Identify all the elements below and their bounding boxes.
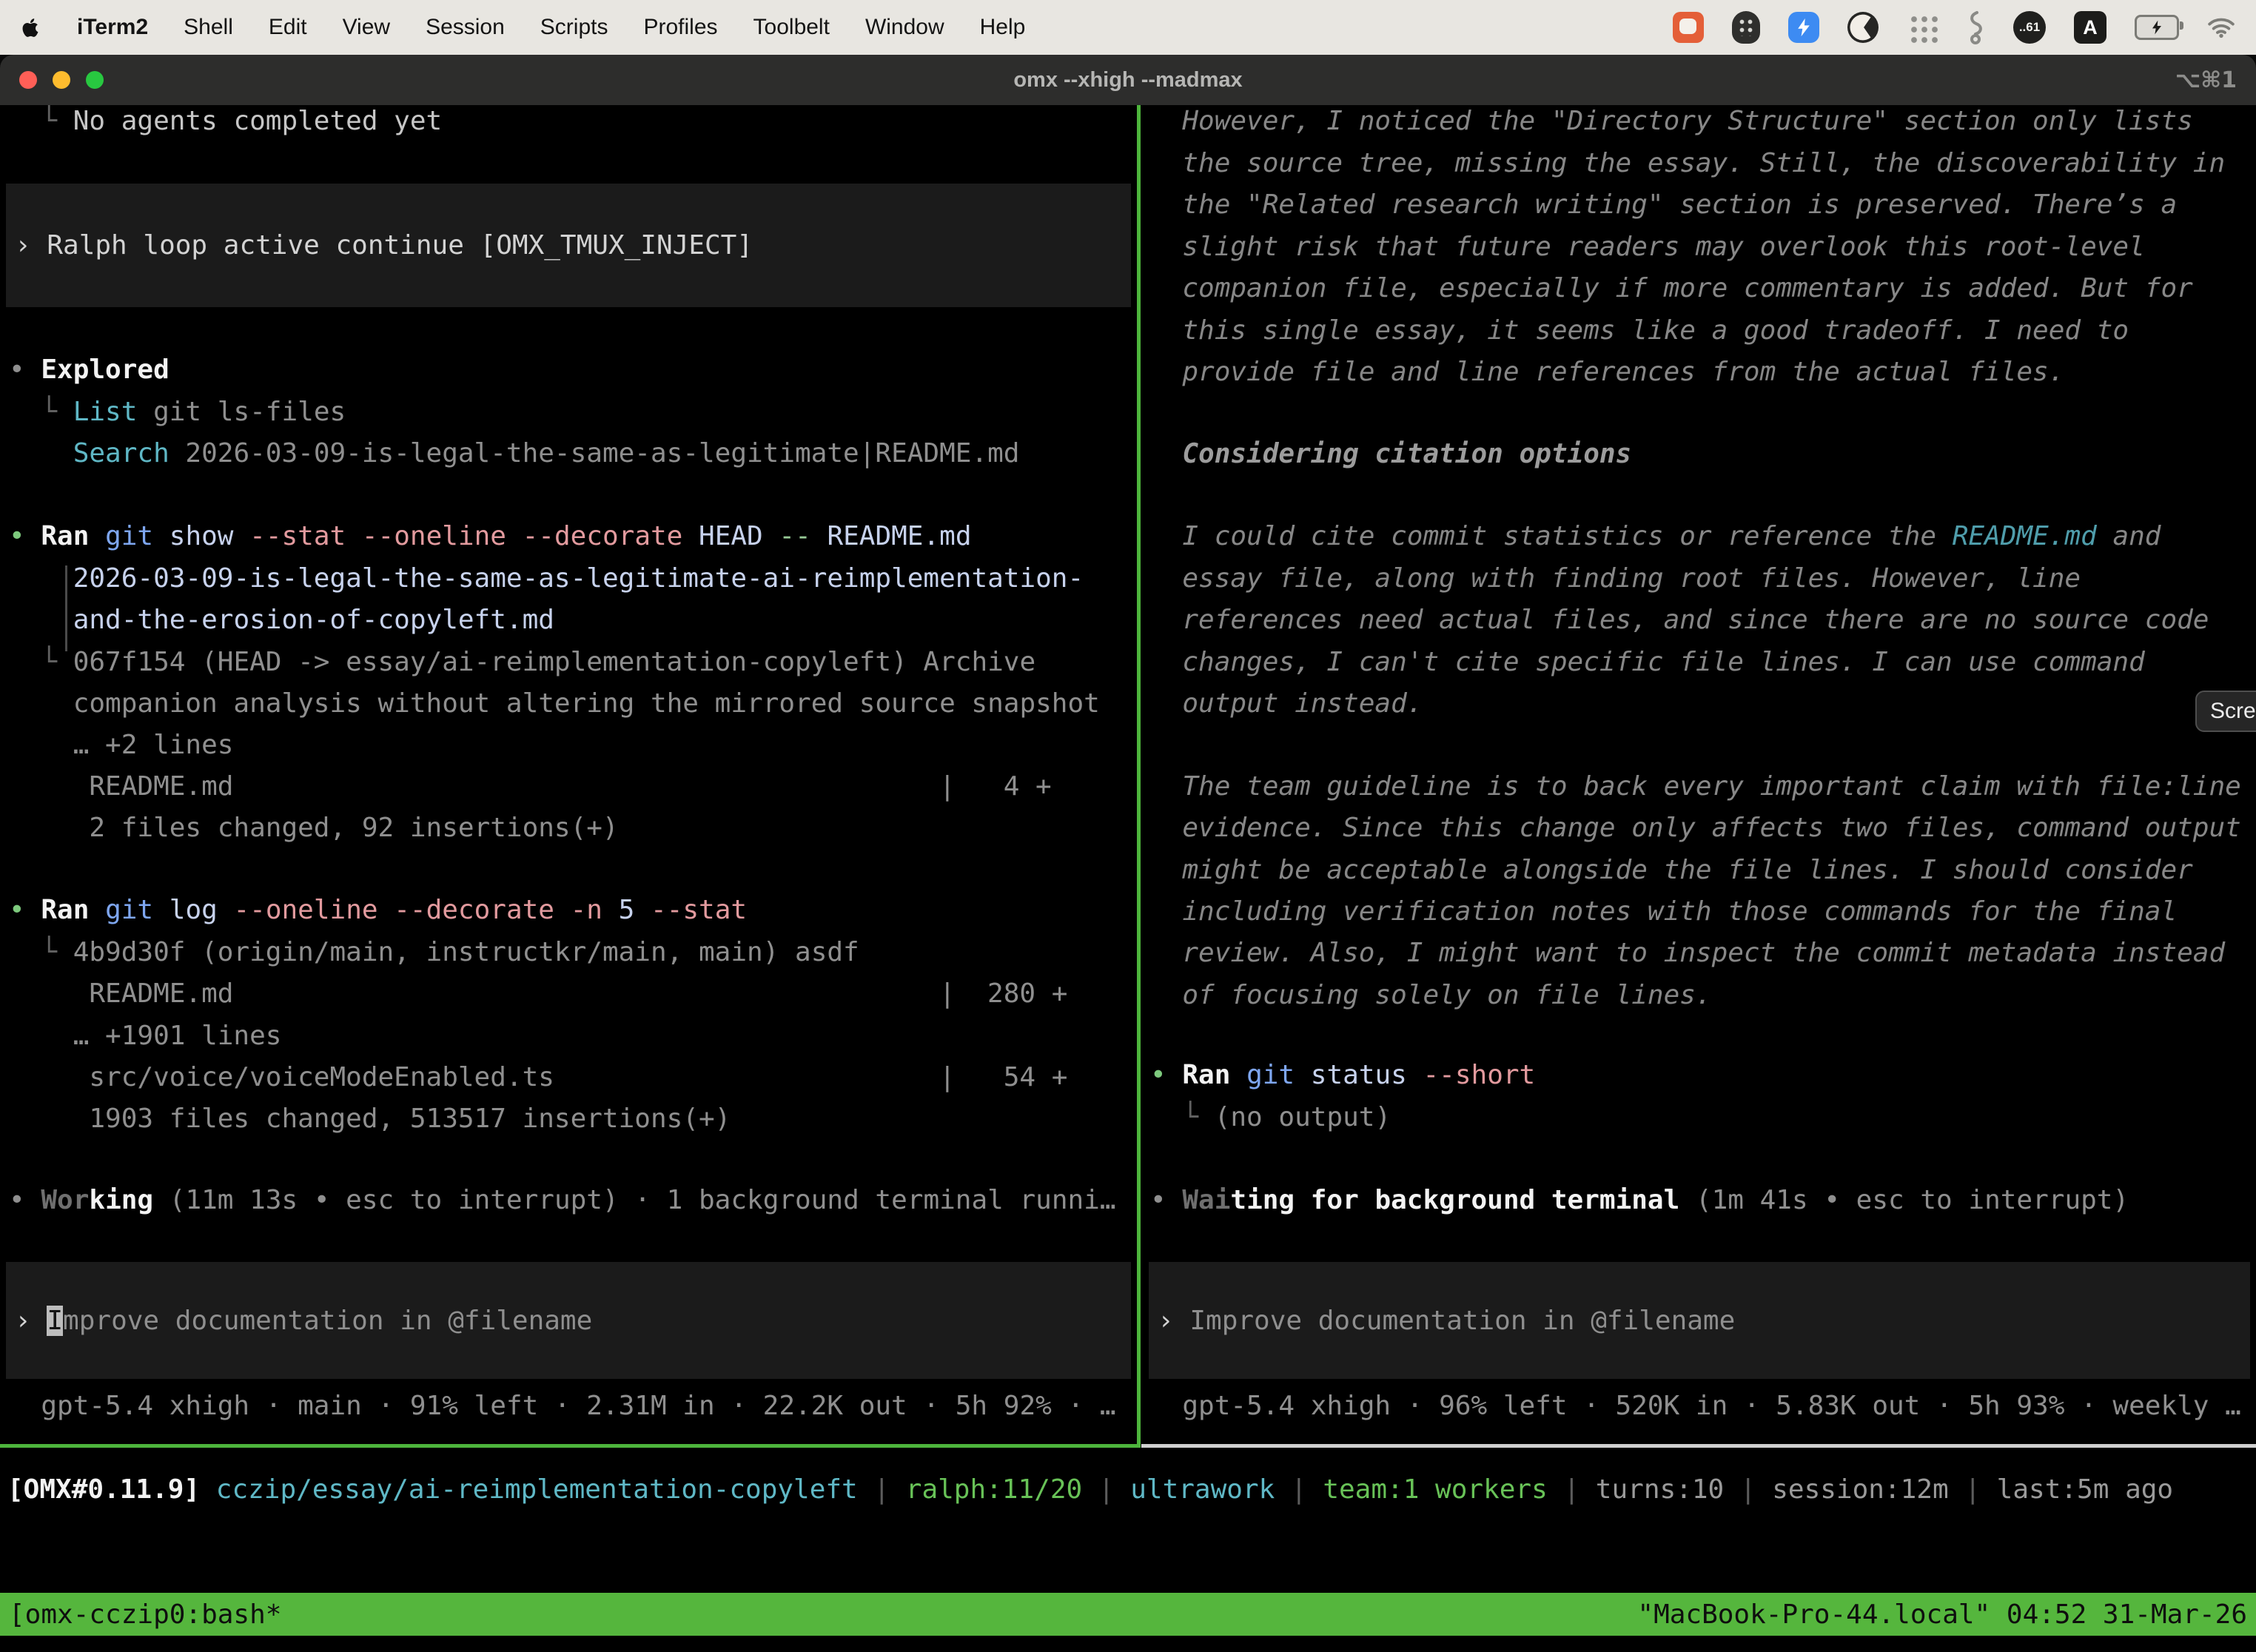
apple-menu-icon[interactable] xyxy=(21,16,40,39)
window-title: omx --xhigh --madmax xyxy=(0,68,2256,93)
omx-status-line: [OMX#0.11.9] cczip/essay/ai-reimplementa… xyxy=(0,1469,2256,1511)
terminal-row: src/voice/voiceModeEnabled.ts| 54 + xyxy=(0,1057,1138,1098)
right-pane-border xyxy=(1141,1444,2256,1448)
pane-divider[interactable] xyxy=(1137,105,1141,1448)
menu-item-iterm2[interactable]: iTerm2 xyxy=(77,15,148,40)
terminal-row: this single essay, it seems like a good … xyxy=(1141,310,2256,352)
tree-guide-line xyxy=(65,565,67,651)
terminal-row: I could cite commit statistics or refere… xyxy=(1141,516,2256,557)
terminal-row: … +1901 lines xyxy=(0,1015,1138,1057)
iterm-window: omx --xhigh --madmax ⌥⌘1 └ No agents com… xyxy=(0,55,2256,1652)
menu-item-scripts[interactable]: Scripts xyxy=(540,15,608,40)
terminal-row: slight risk that future readers may over… xyxy=(1141,226,2256,268)
menu-item-edit[interactable]: Edit xyxy=(269,15,307,40)
terminal-row: might be acceptable alongside the file l… xyxy=(1141,850,2256,891)
left-pane-border xyxy=(0,1444,1138,1448)
terminal-row: └ List git ls-files xyxy=(0,392,1138,433)
terminal-row: However, I noticed the "Directory Struct… xyxy=(1141,105,2256,142)
window-titlebar[interactable]: omx --xhigh --madmax ⌥⌘1 xyxy=(0,55,2256,105)
terminal: └ No agents completed yet • Explored └ Li… xyxy=(0,105,2256,1652)
ralph-loop-banner: › Ralph loop active continue [OMX_TMUX_I… xyxy=(6,184,1131,307)
terminal-row: The team guideline is to back every impo… xyxy=(1141,766,2256,807)
menu-bar: iTerm2 Shell Edit View Session Scripts Profile… xyxy=(0,0,2256,55)
terminal-row: 1903 files changed, 513517 insertions(+) xyxy=(0,1098,1138,1140)
tmux-session-label: [omx-cczip0:bash* xyxy=(9,1599,281,1630)
terminal-row: Considering citation options xyxy=(1141,434,2256,475)
menu-item-window[interactable]: Window xyxy=(865,15,944,40)
menu-item-view[interactable]: View xyxy=(343,15,390,40)
terminal-row: Search 2026-03-09-is-legal-the-same-as-l… xyxy=(0,433,1138,474)
menu-items: iTerm2 Shell Edit View Session Scripts Profile… xyxy=(77,15,1025,40)
left-prompt-input[interactable]: › Improve documentation in @filename xyxy=(6,1262,1131,1379)
terminal-row: companion file, especially if more comme… xyxy=(1141,268,2256,309)
terminal-row: changes, I can't cite specific file line… xyxy=(1141,642,2256,683)
terminal-row: └ (no output) xyxy=(1141,1097,2256,1138)
terminal-row: README.md| 4 + xyxy=(0,766,1138,807)
terminal-row: 2 files changed, 92 insertions(+) xyxy=(0,807,1138,849)
window-shortcut-label: ⌥⌘1 xyxy=(2175,67,2237,93)
hook-icon[interactable] xyxy=(1966,10,1985,44)
terminal-row: • Ran git show --stat --oneline --decora… xyxy=(0,516,1138,557)
screen: { "menu_bar": { "items": ["iTerm2", "She… xyxy=(0,0,2256,1652)
screenshot-app-icon[interactable] xyxy=(1673,12,1704,43)
screen-share-indicator[interactable]: Scre xyxy=(2195,691,2256,732)
traffic-lights xyxy=(19,71,104,89)
terminal-row: including verification notes with those … xyxy=(1141,891,2256,933)
menu-item-toolbelt[interactable]: Toolbelt xyxy=(753,15,830,40)
terminal-row: README.md| 280 + xyxy=(0,973,1138,1015)
terminal-row: • Explored xyxy=(0,349,1138,391)
terminal-row: the "Related research writing" section i… xyxy=(1141,184,2256,226)
shield-icon[interactable] xyxy=(1732,11,1760,44)
menu-item-help[interactable]: Help xyxy=(980,15,1026,40)
menu-bar-status-icons: ..61 A xyxy=(1673,10,2235,44)
terminal-row: └ No agents completed yet xyxy=(0,105,1138,142)
zoom-button[interactable] xyxy=(86,71,104,89)
terminal-row: companion analysis without altering the … xyxy=(0,683,1138,725)
terminal-row: the source tree, missing the essay. Stil… xyxy=(1141,143,2256,184)
terminal-row: • Ran git log --oneline --decorate -n 5 … xyxy=(0,890,1138,931)
terminal-row: references need actual files, and since … xyxy=(1141,600,2256,641)
terminal-row: └ 067f154 (HEAD -> essay/ai-reimplementa… xyxy=(0,642,1138,683)
terminal-row: • Ran git status --short xyxy=(1141,1055,2256,1096)
terminal-row: and-the-erosion-of-copyleft.md xyxy=(0,600,1138,641)
terminal-row: of focusing solely on file lines. xyxy=(1141,975,2256,1016)
terminal-row: essay file, along with finding root file… xyxy=(1141,558,2256,600)
menu-item-shell[interactable]: Shell xyxy=(184,15,233,40)
terminal-row: gpt-5.4 xhigh · main · 91% left · 2.31M … xyxy=(0,1386,1138,1427)
terminal-row: evidence. Since this change only affects… xyxy=(1141,807,2256,849)
wifi-icon[interactable] xyxy=(2207,16,2235,38)
terminal-row: └ 4b9d30f (origin/main, instructkr/main,… xyxy=(0,932,1138,973)
assistant-a-icon[interactable]: A xyxy=(2074,11,2106,44)
lightning-app-icon[interactable] xyxy=(1788,12,1819,43)
minimize-button[interactable] xyxy=(53,71,70,89)
dots-grid-icon[interactable] xyxy=(1907,12,1938,43)
right-prompt-input[interactable]: › Improve documentation in @filename xyxy=(1149,1262,2250,1379)
tmux-status-bar: [omx-cczip0:bash* "MacBook-Pro-44.local"… xyxy=(0,1593,2256,1636)
terminal-row: … +2 lines xyxy=(0,725,1138,766)
menu-item-profiles[interactable]: Profiles xyxy=(643,15,717,40)
right-pane[interactable]: However, I noticed the "Directory Struct… xyxy=(1141,105,2256,1448)
terminal-row: gpt-5.4 xhigh · 96% left · 520K in · 5.8… xyxy=(1141,1386,2256,1427)
battery-percent-badge[interactable]: ..61 xyxy=(2013,11,2046,44)
menu-item-session[interactable]: Session xyxy=(426,15,505,40)
tmux-host-clock-label: "MacBook-Pro-44.local" 04:52 31-Mar-26 xyxy=(1637,1599,2247,1630)
terminal-row: output instead. xyxy=(1141,683,2256,725)
crescent-app-icon[interactable] xyxy=(1847,12,1879,43)
battery-icon[interactable] xyxy=(2135,15,2179,40)
terminal-row: 2026-03-09-is-legal-the-same-as-legitima… xyxy=(0,558,1138,600)
terminal-row: provide file and line references from th… xyxy=(1141,352,2256,393)
terminal-row: review. Also, I might want to inspect th… xyxy=(1141,933,2256,974)
close-button[interactable] xyxy=(19,71,37,89)
terminal-row: • Waiting for background terminal (1m 41… xyxy=(1141,1180,2256,1221)
terminal-row: • Working (11m 13s • esc to interrupt) ·… xyxy=(0,1180,1138,1221)
